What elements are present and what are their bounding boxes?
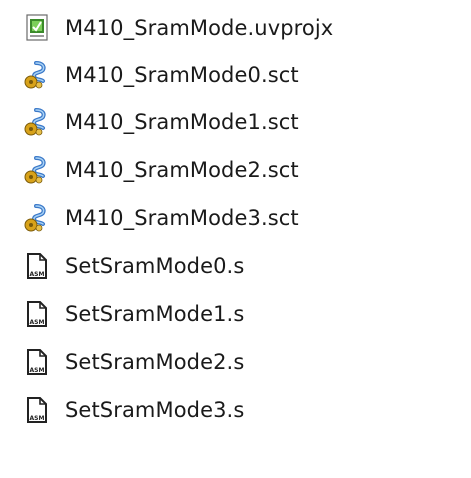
- file-name: M410_SramMode2.sct: [65, 158, 299, 182]
- uvision-project-icon: [22, 13, 52, 43]
- file-item-asm-2[interactable]: ASM SetSramMode2.s: [22, 342, 462, 382]
- file-name: M410_SramMode3.sct: [65, 206, 299, 230]
- asm-icon-text: ASM: [30, 367, 45, 374]
- asm-icon-text: ASM: [30, 271, 45, 278]
- asm-file-icon: ASM: [22, 347, 52, 377]
- file-name: SetSramMode1.s: [65, 302, 245, 326]
- file-name: SetSramMode0.s: [65, 254, 245, 278]
- file-item-sct-2[interactable]: M410_SramMode2.sct: [22, 150, 462, 190]
- asm-icon-text: ASM: [30, 415, 45, 422]
- file-item-sct-0[interactable]: M410_SramMode0.sct: [22, 55, 462, 95]
- file-name: M410_SramMode.uvprojx: [65, 16, 334, 40]
- file-item-asm-0[interactable]: ASM SetSramMode0.s: [22, 246, 462, 286]
- file-name: SetSramMode3.s: [65, 398, 245, 422]
- file-item-asm-1[interactable]: ASM SetSramMode1.s: [22, 294, 462, 334]
- file-item-sct-1[interactable]: M410_SramMode1.sct: [22, 102, 462, 142]
- asm-file-icon: ASM: [22, 251, 52, 281]
- asm-icon-text: ASM: [30, 319, 45, 326]
- scatter-file-icon: [22, 60, 52, 90]
- file-name: M410_SramMode0.sct: [65, 63, 299, 87]
- scatter-file-icon: [22, 107, 52, 137]
- file-item-sct-3[interactable]: M410_SramMode3.sct: [22, 198, 462, 238]
- file-item-uvprojx[interactable]: M410_SramMode.uvprojx: [22, 8, 462, 48]
- file-name: M410_SramMode1.sct: [65, 110, 299, 134]
- file-item-asm-3[interactable]: ASM SetSramMode3.s: [22, 390, 462, 430]
- file-list: M410_SramMode.uvprojx M410_SramMode0.sct: [0, 0, 471, 478]
- asm-file-icon: ASM: [22, 299, 52, 329]
- scatter-file-icon: [22, 155, 52, 185]
- scatter-file-icon: [22, 203, 52, 233]
- file-name: SetSramMode2.s: [65, 350, 245, 374]
- asm-file-icon: ASM: [22, 395, 52, 425]
